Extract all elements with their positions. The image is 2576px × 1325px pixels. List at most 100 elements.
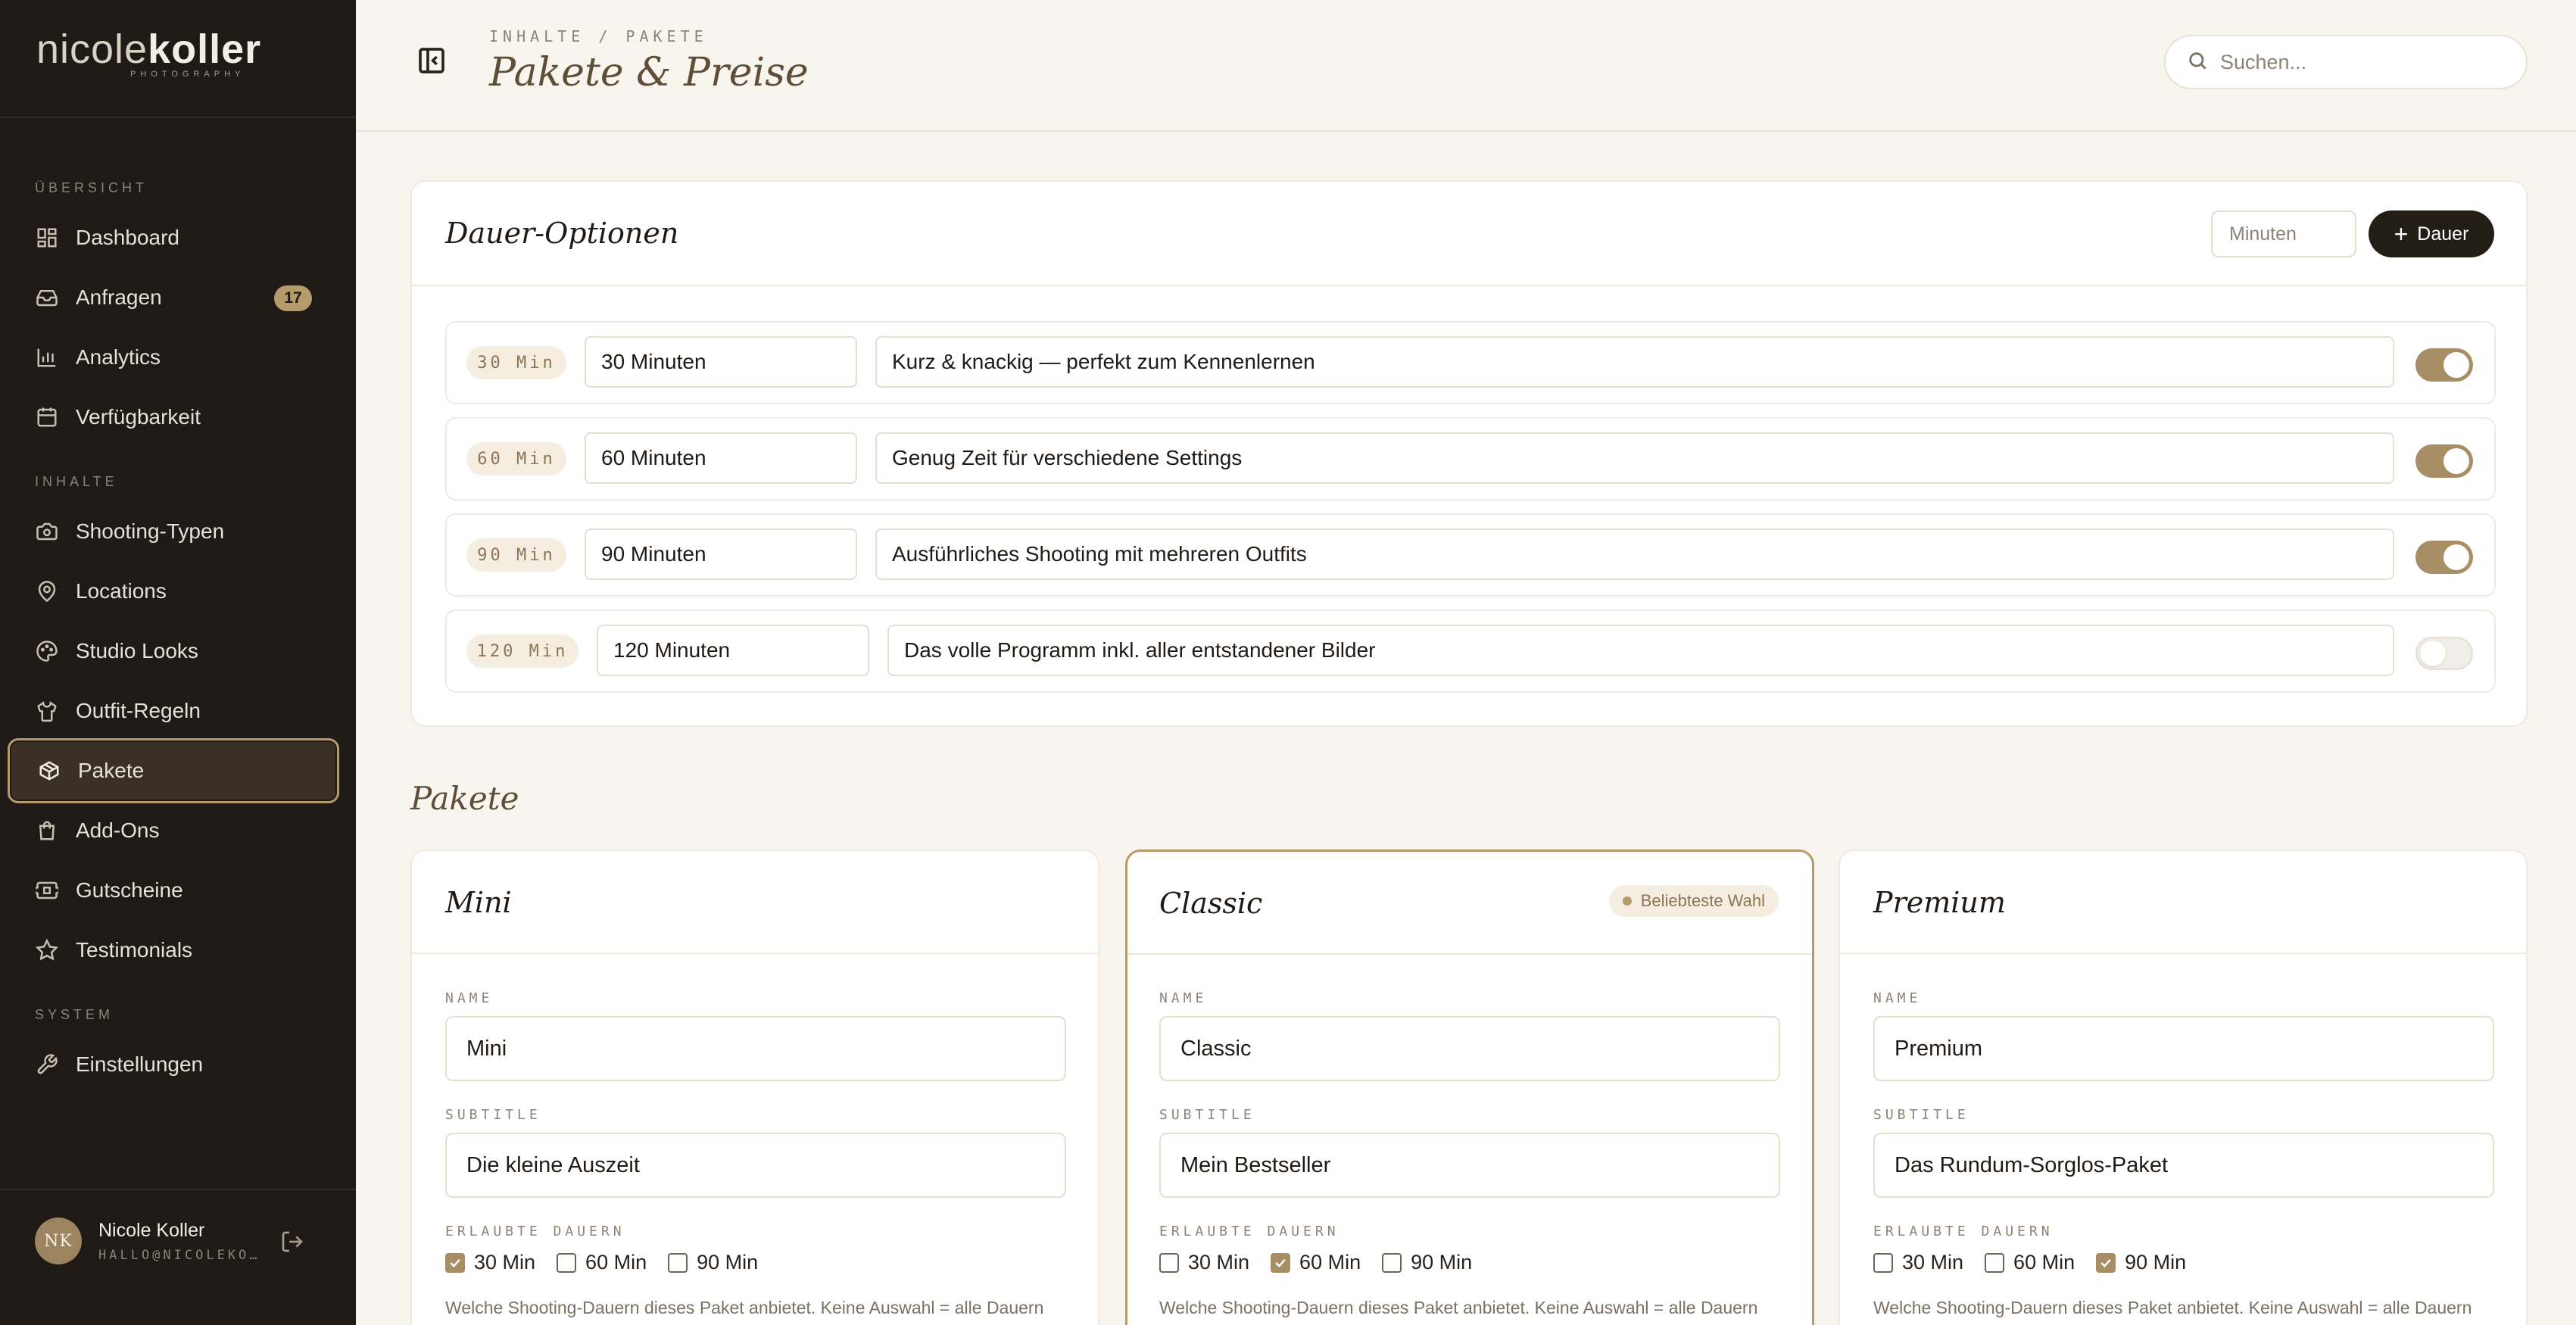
duration-checkbox[interactable]: 60 Min xyxy=(1985,1251,2075,1274)
duration-checkbox[interactable]: 30 Min xyxy=(445,1251,535,1274)
duration-checkbox[interactable]: 90 Min xyxy=(2096,1251,2186,1274)
duration-toggle[interactable] xyxy=(2415,348,2473,382)
checkbox-icon xyxy=(1159,1252,1179,1273)
duration-checkbox[interactable]: 30 Min xyxy=(1159,1251,1249,1274)
search-input[interactable] xyxy=(2220,50,2508,74)
package-card-classic: Classic Beliebteste Wahl NAME SUBTITLE E… xyxy=(1125,850,1814,1325)
duration-options-card: Dauer-Optionen + Dauer 30 Min 60 Min 90 M… xyxy=(410,180,2528,727)
sidebar-item-studio-looks[interactable]: Studio Looks xyxy=(8,619,339,684)
package-name-input[interactable] xyxy=(1873,1016,2494,1081)
package-title: Mini xyxy=(445,886,512,919)
field-hint: Welche Shooting-Dauern dieses Paket anbi… xyxy=(1159,1298,1758,1317)
sidebar-item-pakete[interactable]: Pakete xyxy=(8,738,339,803)
sidebar-divider xyxy=(0,117,356,118)
sidebar-item-analytics[interactable]: Analytics xyxy=(8,325,339,390)
checkbox-icon xyxy=(1873,1252,1893,1273)
sidebar-item-einstellungen[interactable]: Einstellungen xyxy=(8,1032,339,1097)
grid-icon xyxy=(35,226,59,250)
checkbox-label: 30 Min xyxy=(474,1251,536,1274)
logout-icon[interactable] xyxy=(280,1230,306,1255)
card-header: Mini xyxy=(412,851,1098,954)
calendar-icon xyxy=(35,405,59,429)
logo-text-thin: nicole xyxy=(36,26,148,72)
package-card-mini: Mini NAME SUBTITLE ERLAUBTE DAUERN 30 Mi… xyxy=(410,850,1099,1325)
sidebar-item-verfuegbarkeit[interactable]: Verfügbarkeit xyxy=(8,385,339,450)
field-label: ERLAUBTE DAUERN xyxy=(445,1224,625,1239)
sidebar-item-outfit-regeln[interactable]: Outfit-Regeln xyxy=(8,678,339,744)
sidebar-item-label: Outfit-Regeln xyxy=(76,699,201,722)
search-icon xyxy=(2187,50,2208,75)
package-title: Classic xyxy=(1159,887,1263,920)
duration-description-input[interactable] xyxy=(887,625,2394,676)
field-hint: Welche Shooting-Dauern dieses Paket anbi… xyxy=(445,1298,1044,1317)
package-subtitle-input[interactable] xyxy=(445,1133,1066,1198)
sidebar-item-shooting-typen[interactable]: Shooting-Typen xyxy=(8,499,339,564)
dot-icon xyxy=(1622,896,1632,906)
field-label: NAME xyxy=(1873,990,1922,1006)
package-name-input[interactable] xyxy=(1159,1016,1780,1081)
package-card-premium: Premium NAME SUBTITLE ERLAUBTE DAUERN 30… xyxy=(1838,850,2528,1325)
duration-checkbox[interactable]: 60 Min xyxy=(1271,1251,1361,1274)
duration-label-input[interactable] xyxy=(585,528,857,580)
duration-pill: 90 Min xyxy=(466,538,566,572)
duration-checkbox[interactable]: 60 Min xyxy=(557,1251,647,1274)
sidebar-item-label: Gutscheine xyxy=(76,878,183,902)
duration-label-input[interactable] xyxy=(585,336,857,388)
sidebar-item-add-ons[interactable]: Add-Ons xyxy=(8,798,339,863)
duration-toggle[interactable] xyxy=(2415,541,2473,574)
duration-row: 120 Min xyxy=(445,610,2496,693)
badge-label: Beliebteste Wahl xyxy=(1640,891,1765,910)
field-label: SUBTITLE xyxy=(1159,1107,1255,1123)
checkbox-icon xyxy=(1985,1252,2005,1273)
field-hint: Welche Shooting-Dauern dieses Paket anbi… xyxy=(1873,1298,2472,1317)
sidebar-item-anfragen[interactable]: Anfragen 17 xyxy=(8,265,339,330)
card-header: Classic Beliebteste Wahl xyxy=(1127,852,1812,955)
ticket-icon xyxy=(35,878,59,903)
sidebar-item-dashboard[interactable]: Dashboard xyxy=(8,205,339,270)
checkbox-label: 60 Min xyxy=(1299,1251,1361,1274)
breadcrumb: INHALTE / PAKETE xyxy=(489,27,708,45)
sidebar-item-gutscheine[interactable]: Gutscheine xyxy=(8,858,339,923)
checkbox-label: 30 Min xyxy=(1902,1251,1964,1274)
sidebar-item-locations[interactable]: Locations xyxy=(8,559,339,624)
field-label: SUBTITLE xyxy=(445,1107,541,1123)
checkbox-label: 30 Min xyxy=(1188,1251,1250,1274)
user-profile[interactable]: NK Nicole Koller HALLO@NICOLEKO… xyxy=(35,1217,257,1264)
duration-toggle[interactable] xyxy=(2415,637,2473,670)
duration-checkbox[interactable]: 30 Min xyxy=(1873,1251,1963,1274)
duration-description-input[interactable] xyxy=(875,528,2394,580)
duration-toggle[interactable] xyxy=(2415,444,2473,478)
duration-pill: 30 Min xyxy=(466,346,566,379)
sidebar-item-label: Testimonials xyxy=(76,938,193,962)
duration-description-input[interactable] xyxy=(875,432,2394,484)
field-label: NAME xyxy=(445,990,494,1006)
palette-icon xyxy=(35,639,59,663)
popular-badge: Beliebteste Wahl xyxy=(1608,885,1779,917)
checkbox-checked-icon xyxy=(2096,1252,2116,1273)
add-duration-button[interactable]: + Dauer xyxy=(2369,210,2494,257)
duration-checkboxes: 30 Min 60 Min 90 Min xyxy=(445,1251,779,1274)
card-title: Dauer-Optionen xyxy=(445,217,679,250)
duration-label-input[interactable] xyxy=(597,625,869,676)
section-label-content: INHALTE xyxy=(35,474,118,489)
checkbox-icon xyxy=(668,1252,688,1273)
checkbox-checked-icon xyxy=(1271,1252,1291,1273)
package-name-input[interactable] xyxy=(445,1016,1066,1081)
search-box[interactable] xyxy=(2164,35,2528,89)
checkbox-icon xyxy=(557,1252,577,1273)
duration-row: 90 Min xyxy=(445,513,2496,597)
minutes-input[interactable] xyxy=(2211,210,2356,257)
duration-checkbox[interactable]: 90 Min xyxy=(1382,1251,1472,1274)
duration-label-input[interactable] xyxy=(585,432,857,484)
field-label: ERLAUBTE DAUERN xyxy=(1159,1224,1339,1239)
field-label: ERLAUBTE DAUERN xyxy=(1873,1224,2054,1239)
duration-description-input[interactable] xyxy=(875,336,2394,388)
duration-checkboxes: 30 Min 60 Min 90 Min xyxy=(1873,1251,2207,1274)
brand-logo[interactable]: nicolekoller PHOTOGRAPHY xyxy=(36,29,261,82)
package-subtitle-input[interactable] xyxy=(1873,1133,2494,1198)
duration-checkbox[interactable]: 90 Min xyxy=(668,1251,758,1274)
sidebar-item-testimonials[interactable]: Testimonials xyxy=(8,918,339,983)
card-header: Premium xyxy=(1840,851,2526,954)
package-subtitle-input[interactable] xyxy=(1159,1133,1780,1198)
sidebar-toggle-icon[interactable] xyxy=(416,45,450,79)
